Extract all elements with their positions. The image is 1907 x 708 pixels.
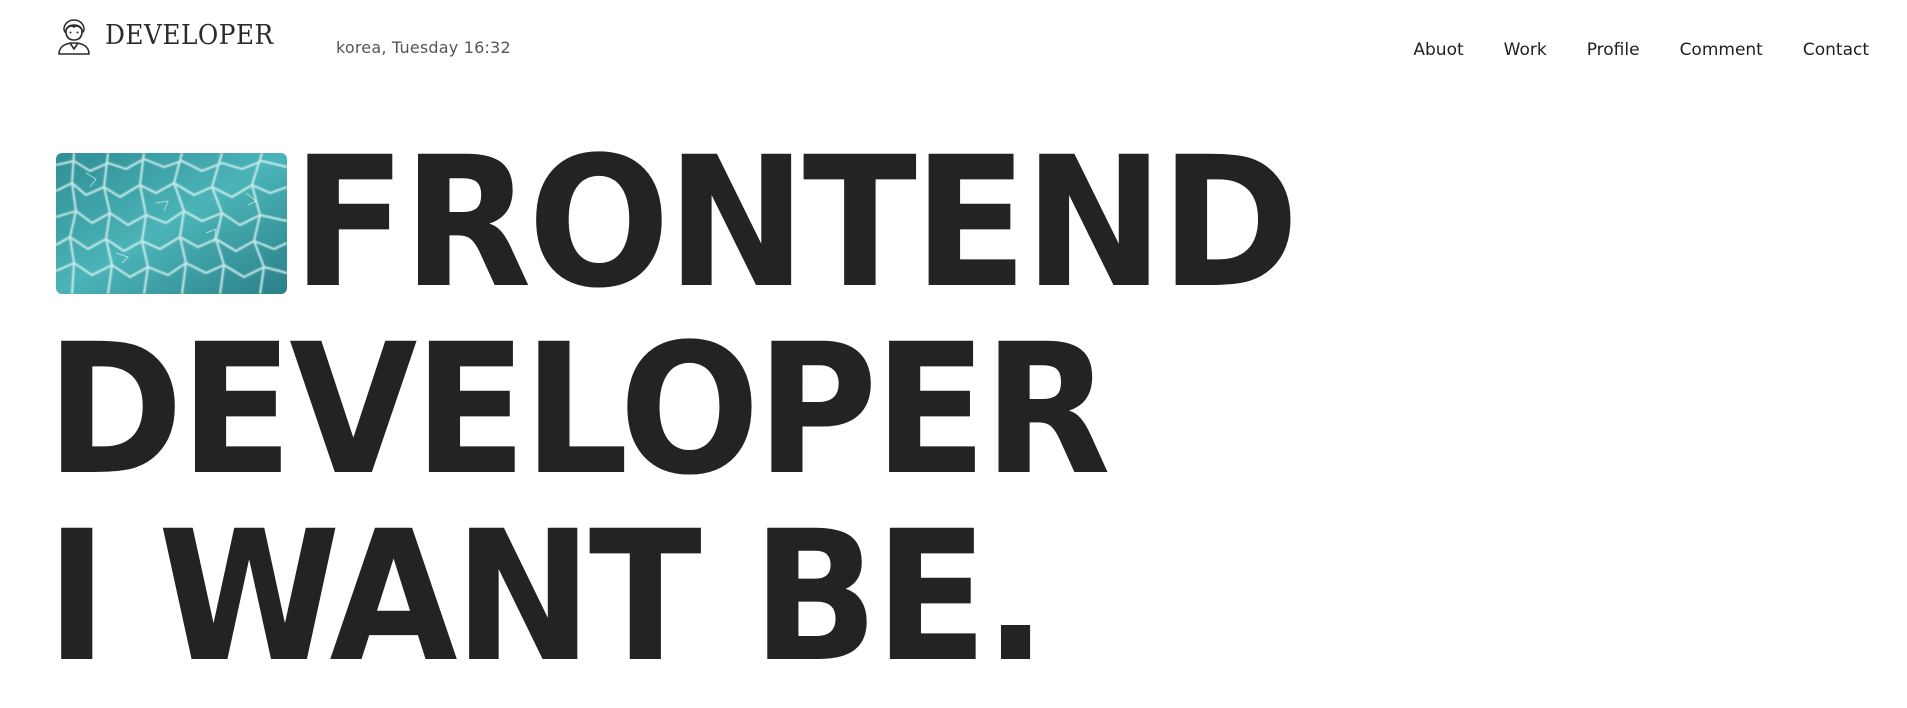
hero-heading-line-2: DEVELOPER: [46, 306, 1111, 515]
hero-heading-line-1: FRONTEND: [292, 119, 1299, 328]
water-ripple-image: [56, 153, 287, 294]
hero-heading-line-3: I WANT BE.: [46, 493, 1047, 702]
hero-section: FRONTEND DEVELOPER I WANT BE.: [0, 0, 1907, 708]
